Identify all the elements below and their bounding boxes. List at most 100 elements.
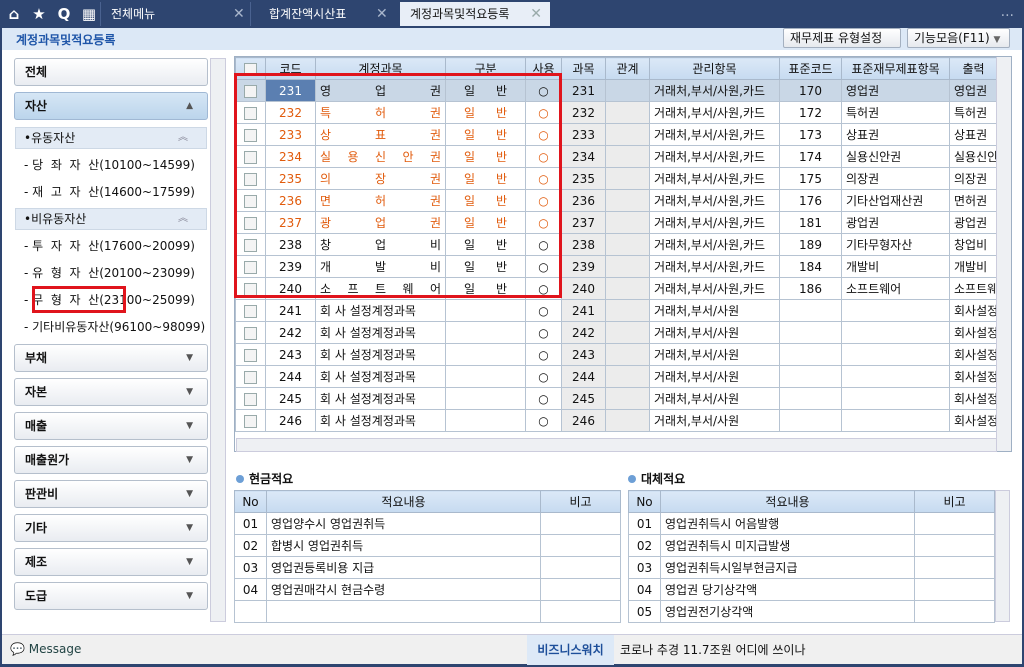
account-name-cell[interactable]: 영업권 — [315, 79, 446, 102]
code-cell[interactable]: 241 — [265, 299, 316, 322]
print-name-cell[interactable]: 소프트웨 — [949, 277, 998, 300]
category-cell[interactable]: 일반 — [445, 277, 526, 300]
row-checkbox[interactable] — [244, 304, 257, 318]
table-row[interactable]: 04 영업권매각시 현금수령 — [234, 578, 621, 601]
category-cell[interactable]: 일반 — [445, 211, 526, 234]
print-name-cell[interactable]: 특허권 — [949, 101, 998, 124]
management-items-cell[interactable]: 거래처,부서/사원,카드 — [649, 101, 780, 124]
standard-code-cell[interactable]: 172 — [779, 101, 842, 124]
remark-cell[interactable] — [914, 600, 995, 623]
account-name-cell[interactable]: 창업비 — [315, 233, 446, 256]
subject-cell[interactable]: 238 — [561, 233, 606, 256]
category-item[interactable]: 기타 ▼ — [14, 514, 208, 542]
row-checkbox[interactable] — [244, 348, 257, 362]
account-name-cell[interactable]: 실용신안권 — [315, 145, 446, 168]
use-flag-cell[interactable]: ○ — [525, 299, 562, 322]
table-row[interactable]: 04 영업권 당기상각액 — [628, 578, 995, 601]
code-cell[interactable]: 244 — [265, 365, 316, 388]
row-checkbox[interactable] — [244, 326, 257, 340]
no-cell[interactable]: 01 — [234, 512, 267, 535]
relation-cell[interactable] — [605, 101, 650, 124]
standard-statement-item-cell[interactable]: 특허권 — [841, 101, 950, 124]
standard-statement-item-cell[interactable]: 기타무형자산 — [841, 233, 950, 256]
no-cell[interactable]: 02 — [628, 534, 661, 557]
print-name-cell[interactable]: 면허권 — [949, 189, 998, 212]
standard-code-cell[interactable] — [779, 299, 842, 322]
table-row[interactable]: 239 개 발 비 일 반 ○ 239 거래처,부서/사원,카드 184 개발비 개발비 — [235, 255, 998, 278]
grid-horizontal-scrollbar[interactable] — [236, 438, 997, 452]
category-cell[interactable]: 일반 — [445, 123, 526, 146]
account-name-cell[interactable]: 면허권 — [315, 189, 446, 212]
summary-text-cell[interactable]: 영업권등록비용 지급 — [266, 556, 541, 579]
use-flag-cell[interactable]: ○ — [525, 101, 562, 124]
column-header[interactable]: 구분 — [445, 57, 526, 80]
remark-cell[interactable] — [540, 600, 621, 623]
transfer-scrollbar[interactable] — [995, 490, 1010, 622]
column-header[interactable]: 관계 — [605, 57, 650, 80]
column-header[interactable]: 표준코드 — [779, 57, 842, 80]
subject-cell[interactable]: 233 — [561, 123, 606, 146]
group-current-assets[interactable]: •유동자산 ︽ — [15, 127, 207, 149]
row-checkbox-cell[interactable] — [235, 211, 266, 234]
standard-statement-item-cell[interactable]: 실용신안권 — [841, 145, 950, 168]
leaf-inventory[interactable]: - 재 고 자 산(14600~17599) — [24, 181, 195, 203]
standard-code-cell[interactable]: 189 — [779, 233, 842, 256]
row-checkbox-cell[interactable] — [235, 299, 266, 322]
print-name-cell[interactable]: 상표권 — [949, 123, 998, 146]
summary-text-cell[interactable]: 영업권취득시일부현금지급 — [660, 556, 915, 579]
no-cell[interactable]: 03 — [234, 556, 267, 579]
use-flag-cell[interactable]: ○ — [525, 409, 562, 432]
relation-cell[interactable] — [605, 167, 650, 190]
row-checkbox-cell[interactable] — [235, 233, 266, 256]
leaf-investment[interactable]: - 투 자 자 산(17600~20099) — [24, 235, 195, 257]
statement-type-button[interactable]: 재무제표 유형설정 — [783, 28, 901, 48]
standard-code-cell[interactable] — [779, 321, 842, 344]
use-flag-cell[interactable]: ○ — [525, 79, 562, 102]
close-icon[interactable]: ✕ — [233, 2, 245, 26]
standard-code-cell[interactable]: 173 — [779, 123, 842, 146]
message-button[interactable]: 💬 Message — [10, 642, 81, 656]
account-name-cell[interactable]: 광업권 — [315, 211, 446, 234]
management-items-cell[interactable]: 거래처,부서/사원 — [649, 299, 780, 322]
use-flag-cell[interactable]: ○ — [525, 343, 562, 366]
no-cell[interactable]: 01 — [628, 512, 661, 535]
table-row[interactable]: 233 상 표 권 일 반 ○ 233 거래처,부서/사원,카드 173 상표권 상표권 — [235, 123, 998, 146]
account-name-cell[interactable]: 특허권 — [315, 101, 446, 124]
news-ticker[interactable]: 코로나 추경 11.7조원 어디에 쓰이나 — [620, 635, 806, 665]
leaf-quick-assets[interactable]: - 당 좌 자 산(10100~14599) — [24, 154, 195, 176]
use-flag-cell[interactable]: ○ — [525, 321, 562, 344]
category-item[interactable]: 자본 ▼ — [14, 378, 208, 406]
management-items-cell[interactable]: 거래처,부서/사원 — [649, 409, 780, 432]
summary-text-cell[interactable] — [266, 600, 541, 623]
account-name-cell[interactable]: 회 사 설정계정과목 — [315, 365, 446, 388]
table-row[interactable]: 234 실 용 신 안 권 일 반 ○ 234 거래처,부서/사원,카드 174 실용신안권 실용신안 — [235, 145, 998, 168]
subject-cell[interactable]: 232 — [561, 101, 606, 124]
relation-cell[interactable] — [605, 277, 650, 300]
standard-statement-item-cell[interactable]: 의장권 — [841, 167, 950, 190]
row-checkbox-cell[interactable] — [235, 145, 266, 168]
standard-statement-item-cell[interactable]: 기타산업재산권 — [841, 189, 950, 212]
standard-code-cell[interactable]: 175 — [779, 167, 842, 190]
use-flag-cell[interactable]: ○ — [525, 145, 562, 168]
print-name-cell[interactable]: 회사설정 — [949, 365, 998, 388]
use-flag-cell[interactable]: ○ — [525, 277, 562, 300]
standard-statement-item-cell[interactable] — [841, 409, 950, 432]
management-items-cell[interactable]: 거래처,부서/사원 — [649, 343, 780, 366]
home-icon[interactable]: ⌂ — [3, 3, 25, 25]
category-item[interactable]: 매출원가 ▼ — [14, 446, 208, 474]
remark-cell[interactable] — [914, 534, 995, 557]
subject-cell[interactable]: 240 — [561, 277, 606, 300]
print-name-cell[interactable]: 회사설정 — [949, 343, 998, 366]
category-cell[interactable]: 일반 — [445, 145, 526, 168]
code-cell[interactable]: 234 — [265, 145, 316, 168]
account-name-cell[interactable]: 상표권 — [315, 123, 446, 146]
row-checkbox-cell[interactable] — [235, 343, 266, 366]
select-all-checkbox[interactable] — [244, 62, 257, 76]
table-row[interactable]: 02 영업권취득시 미지급발생 — [628, 534, 995, 557]
remark-cell[interactable] — [914, 556, 995, 579]
print-name-cell[interactable]: 의장권 — [949, 167, 998, 190]
management-items-cell[interactable]: 거래처,부서/사원,카드 — [649, 255, 780, 278]
code-cell[interactable]: 238 — [265, 233, 316, 256]
column-header[interactable]: 관리항목 — [649, 57, 780, 80]
summary-text-cell[interactable]: 영업권전기상각액 — [660, 600, 915, 623]
